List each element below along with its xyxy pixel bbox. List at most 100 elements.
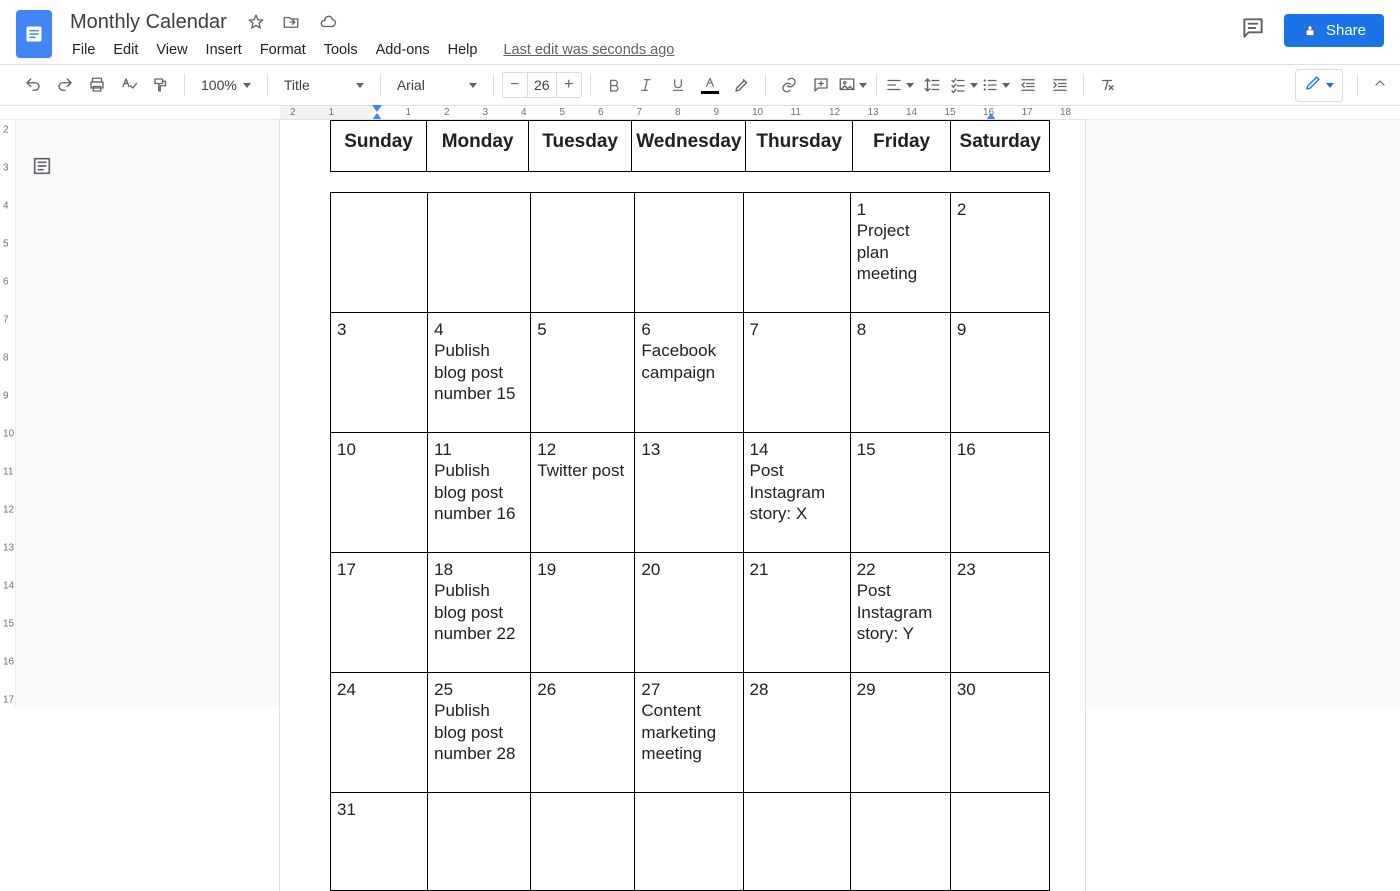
calendar-day-cell[interactable]: 31 [331,793,428,891]
calendar-day-cell[interactable]: 5 [531,313,635,433]
document-title[interactable]: Monthly Calendar [64,9,233,36]
paragraph-style-dropdown[interactable]: Title [276,70,372,100]
document-outline-icon[interactable] [26,150,58,182]
calendar-day-cell[interactable] [743,193,850,313]
underline-icon[interactable] [663,70,693,100]
align-dropdown-icon[interactable] [885,70,915,100]
calendar-day-cell[interactable] [428,793,531,891]
calendar-day-cell[interactable] [635,193,743,313]
menu-edit[interactable]: Edit [105,38,146,62]
calendar-day-cell[interactable]: 8 [850,313,950,433]
insert-image-icon[interactable] [838,70,868,100]
increase-indent-icon[interactable] [1045,70,1075,100]
undo-icon[interactable] [18,70,48,100]
line-spacing-icon[interactable] [917,70,947,100]
ruler-h-tick: 14 [906,106,917,119]
calendar-day-cell[interactable]: 30 [950,673,1049,793]
calendar-day-cell[interactable] [531,793,635,891]
calendar-day-cell[interactable] [635,793,743,891]
calendar-day-cell[interactable]: 14Post Instagram story: X [743,433,850,553]
editing-mode-dropdown[interactable] [1295,69,1343,102]
font-size-increase[interactable]: + [557,76,581,94]
calendar-day-cell[interactable]: 20 [635,553,743,673]
menu-addons[interactable]: Add-ons [368,38,438,62]
calendar-day-cell[interactable]: 6Facebook campaign [635,313,743,433]
collapse-toolbar-icon[interactable] [1372,75,1388,96]
calendar-day-cell[interactable] [850,793,950,891]
calendar-day-cell[interactable]: 28 [743,673,850,793]
calendar-day-cell[interactable]: 27Content marketing meeting [635,673,743,793]
font-size-decrease[interactable]: − [503,76,527,94]
menu-insert[interactable]: Insert [198,38,250,62]
horizontal-ruler[interactable]: 21123456789101112131415161718 [0,106,1400,120]
calendar-day-number: 29 [857,679,944,700]
calendar-day-cell[interactable]: 2 [950,193,1049,313]
menu-view[interactable]: View [148,38,195,62]
calendar-day-cell[interactable]: 21 [743,553,850,673]
calendar-day-cell[interactable] [950,793,1049,891]
menu-file[interactable]: File [64,38,103,62]
menu-help[interactable]: Help [440,38,486,62]
text-color-icon[interactable] [695,70,725,100]
bold-icon[interactable] [599,70,629,100]
first-line-indent-marker[interactable] [372,105,382,112]
insert-link-icon[interactable] [774,70,804,100]
font-size-stepper[interactable]: − 26 + [502,72,582,98]
menu-format[interactable]: Format [252,38,314,62]
calendar-day-cell[interactable]: 15 [850,433,950,553]
calendar-day-cell[interactable]: 23 [950,553,1049,673]
spellcheck-icon[interactable] [114,70,144,100]
document-canvas[interactable]: SundayMondayTuesdayWednesdayThursdayFrid… [64,120,1400,708]
calendar-day-cell[interactable]: 4Publish blog post number 15 [428,313,531,433]
calendar-day-cell[interactable]: 1Project plan meeting [850,193,950,313]
calendar-week-row: 2425Publish blog post number 282627Conte… [331,673,1050,793]
calendar-day-cell[interactable]: 3 [331,313,428,433]
calendar-day-cell[interactable] [428,193,531,313]
docs-logo-icon[interactable] [16,10,52,58]
font-size-value[interactable]: 26 [527,73,557,97]
last-edit-link[interactable]: Last edit was seconds ago [503,42,674,58]
menu-tools[interactable]: Tools [316,38,366,62]
left-indent-marker[interactable] [372,113,382,120]
calendar-day-cell[interactable]: 25Publish blog post number 28 [428,673,531,793]
calendar-day-cell[interactable]: 22Post Instagram story: Y [850,553,950,673]
redo-icon[interactable] [50,70,80,100]
ruler-h-tick: 16 [983,106,994,119]
font-family-dropdown[interactable]: Arial [389,70,485,100]
insert-comment-icon[interactable] [806,70,836,100]
calendar-day-cell[interactable] [331,193,428,313]
calendar-day-cell[interactable]: 7 [743,313,850,433]
italic-icon[interactable] [631,70,661,100]
document-page[interactable]: SundayMondayTuesdayWednesdayThursdayFrid… [280,120,1085,891]
cloud-status-icon[interactable] [317,13,339,31]
vertical-ruler[interactable]: 234567891011121314151617 [0,120,16,708]
paint-format-icon[interactable] [146,70,176,100]
calendar-day-number: 23 [957,559,1043,580]
calendar-day-cell[interactable] [531,193,635,313]
open-comments-icon[interactable] [1240,15,1266,46]
calendar-day-cell[interactable]: 16 [950,433,1049,553]
calendar-day-cell[interactable]: 9 [950,313,1049,433]
move-icon[interactable] [281,13,301,31]
calendar-day-cell[interactable] [743,793,850,891]
checklist-icon[interactable] [949,70,979,100]
calendar-day-cell[interactable]: 26 [531,673,635,793]
calendar-day-cell[interactable]: 13 [635,433,743,553]
share-button[interactable]: Share [1284,14,1384,47]
calendar-day-cell[interactable]: 19 [531,553,635,673]
bulleted-list-icon[interactable] [981,70,1011,100]
print-icon[interactable] [82,70,112,100]
workspace: 234567891011121314151617 SundayMondayTue… [0,120,1400,708]
star-icon[interactable] [247,13,265,31]
decrease-indent-icon[interactable] [1013,70,1043,100]
calendar-day-cell[interactable]: 29 [850,673,950,793]
calendar-day-cell[interactable]: 17 [331,553,428,673]
calendar-day-cell[interactable]: 11Publish blog post number 16 [428,433,531,553]
calendar-day-cell[interactable]: 12Twitter post [531,433,635,553]
calendar-day-cell[interactable]: 18Publish blog post number 22 [428,553,531,673]
clear-formatting-icon[interactable] [1092,70,1122,100]
calendar-day-cell[interactable]: 10 [331,433,428,553]
highlight-color-icon[interactable] [727,70,757,100]
calendar-day-cell[interactable]: 24 [331,673,428,793]
zoom-dropdown[interactable]: 100% [193,70,259,100]
